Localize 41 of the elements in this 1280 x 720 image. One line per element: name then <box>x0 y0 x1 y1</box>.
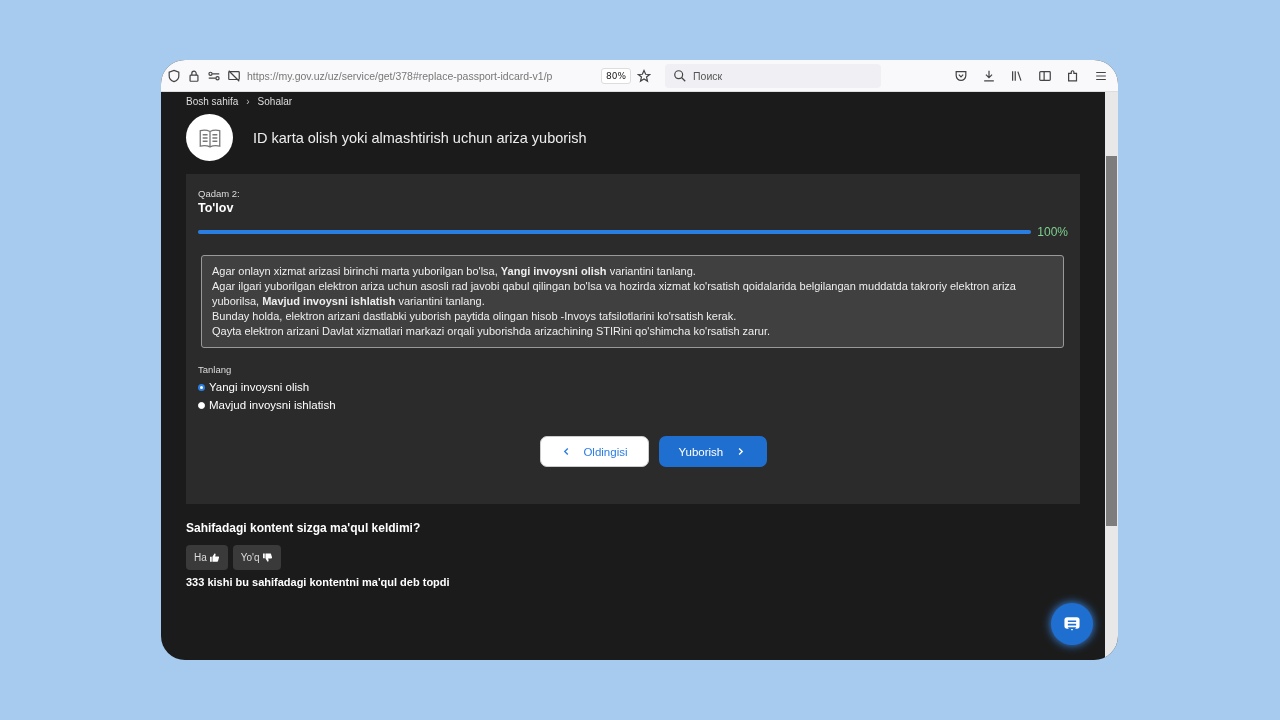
search-bar[interactable]: Поиск <box>665 63 881 88</box>
feedback-question: Sahifadagi kontent sizga ma'qul keldimi? <box>186 521 422 535</box>
search-field[interactable]: Поиск <box>693 69 843 82</box>
blocked-screen-icon[interactable] <box>227 68 241 83</box>
thumbs-up-icon[interactable] <box>208 552 220 563</box>
page-title: ID karta olish yoki almashtirish uchun ariza yuborish <box>253 129 587 146</box>
chat-button[interactable] <box>1051 603 1093 645</box>
step-title: To'lov <box>198 201 235 215</box>
search-icon[interactable] <box>673 68 687 83</box>
radio-option[interactable]: Yangi invoysni olish <box>198 381 1068 393</box>
like-button[interactable]: Ha <box>186 545 228 570</box>
pocket-icon[interactable] <box>954 68 968 83</box>
feedback-summary: 333 kishi bu sahifadagi kontentni ma'qul deb topdi <box>186 576 451 588</box>
info-text: Agar ilgari yuborilgan elektron ariza uchun asosli rad javobi qabul qilingan bo'lsa va hozirda xizmat ko'rsatish qoidalarida belgilangan muddatda takroriy elektron ariza yuborilsa, Mavjud invoysni ishlatish variantini tanlang. <box>212 279 1017 309</box>
breadcrumb-separator: › <box>246 96 250 107</box>
radio-option[interactable]: Mavjud invoysni ishlatish <box>198 399 1068 411</box>
sidebar-icon[interactable] <box>1038 68 1052 83</box>
scrollbar-thumb[interactable] <box>1106 156 1117 526</box>
breadcrumb-link[interactable]: Sohalar <box>257 96 293 107</box>
option-label: Yangi invoysni olish <box>209 381 310 393</box>
extensions-icon[interactable] <box>1066 68 1080 83</box>
thumbs-down-icon[interactable] <box>261 552 273 563</box>
lock-icon[interactable] <box>187 68 201 83</box>
breadcrumb-link[interactable]: Bosh sahifa <box>186 96 239 107</box>
url-text[interactable]: https://my.gov.uz/uz/service/get/378#replace-passport-idcard-v1/p <box>247 69 595 82</box>
choice-label: Tanlang <box>198 364 233 375</box>
shield-icon[interactable] <box>167 68 181 83</box>
info-text: Bunday holda, elektron arizani dastlabki yuborish paytida olingan hisob -Invoys tafsilotlarini ko'rsatish kerak. <box>212 309 738 324</box>
library-icon[interactable] <box>1010 68 1024 83</box>
info-text: Agar onlayn xizmat arizasi birinchi marta yuborilgan bo'lsa, Yangi invoysni olish variantini tanlang. <box>212 264 697 279</box>
info-text: Qayta elektron arizani Davlat xizmatlari markazi orqali yuborishda arizachining STIRini qo'shimcha ko'rsatish zarur. <box>212 324 772 339</box>
step-label: Qadam 2: <box>198 188 241 199</box>
option-label: Mavjud invoysni ishlatish <box>209 399 336 411</box>
submit-button[interactable]: Yuborish <box>658 436 767 467</box>
download-icon[interactable] <box>982 68 996 83</box>
back-button[interactable]: Oldingisi <box>539 436 649 467</box>
dislike-button[interactable]: Yo'q <box>232 545 281 570</box>
progress-percent: 100% <box>1037 225 1068 239</box>
star-icon[interactable] <box>637 68 651 83</box>
zoom-level[interactable]: 80% <box>601 67 631 84</box>
radio-button[interactable] <box>198 383 205 391</box>
